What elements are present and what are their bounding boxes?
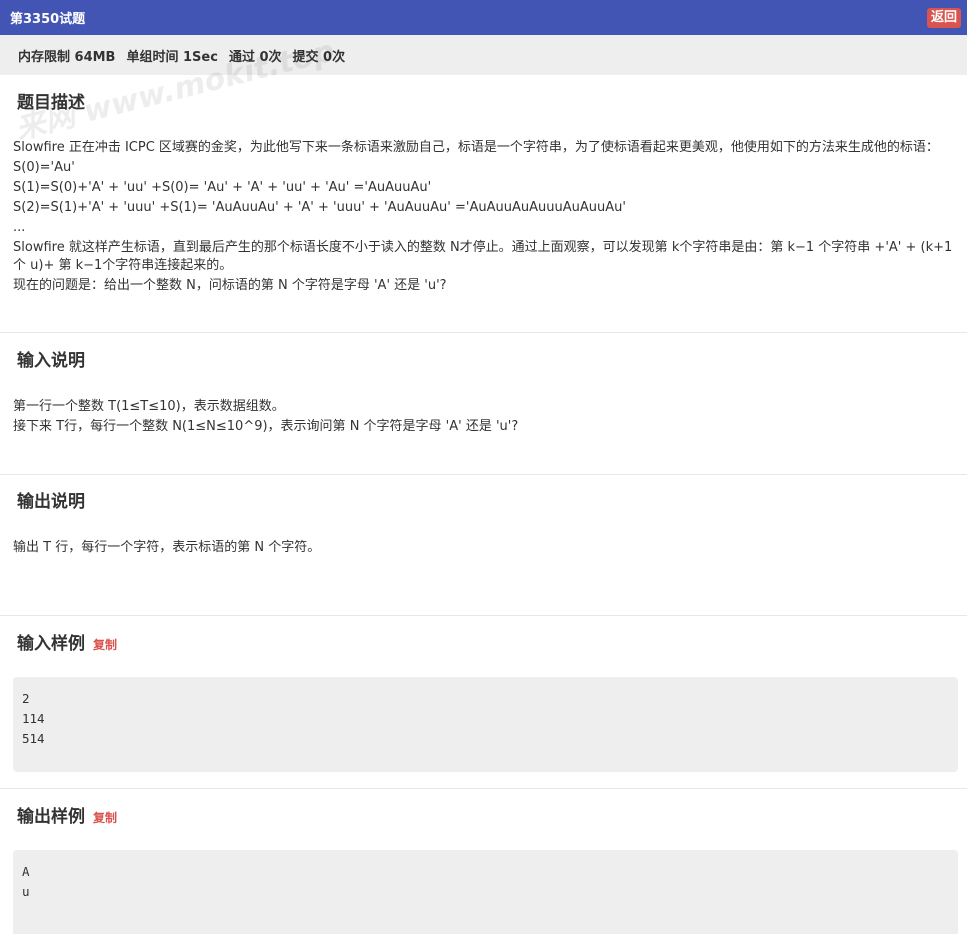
passed-count: 通过 0次 <box>228 49 282 65</box>
memory-limit: 内存限制 64MB <box>18 49 116 65</box>
top-bar: 第3350试题 返回 <box>0 0 967 35</box>
output-desc-content: 输出 T 行，每行一个字符，表示标语的第 N 个字符。 <box>13 539 955 557</box>
sample-input-heading-text: 输入样例 <box>17 634 85 654</box>
description-line: Slowfire 就这样产生标语，直到最后产生的那个标语长度不小于读入的整数 N… <box>13 240 953 273</box>
description-line: S(1)=S(0)+'A' + 'uu' +S(0)= 'Au' + 'A' +… <box>13 180 432 195</box>
sample-input-line: 514 <box>22 731 45 746</box>
output-desc-line: 输出 T 行，每行一个字符，表示标语的第 N 个字符。 <box>13 540 321 555</box>
sample-input-box[interactable]: 2 114 514 <box>13 677 958 772</box>
description-line: ... <box>13 220 26 235</box>
copy-input-button[interactable]: 复制 <box>93 636 117 653</box>
output-desc-section: 输出说明 输出 T 行，每行一个字符，表示标语的第 N 个字符。 <box>0 475 967 616</box>
description-section: 题目描述 Slowfire 正在冲击 ICPC 区域赛的金奖，为此他写下来一条标… <box>0 75 967 333</box>
input-desc-heading-text: 输入说明 <box>17 351 85 371</box>
input-desc-line: 第一行一个整数 T(1≤T≤10)，表示数据组数。 <box>13 399 285 414</box>
description-line: 现在的问题是：给出一个整数 N，问标语的第 N 个字符是字母 'A' 还是 'u… <box>13 278 447 293</box>
description-line: S(2)=S(1)+'A' + 'uuu' +S(1)= 'AuAuuAu' +… <box>13 200 626 215</box>
description-line: Slowfire 正在冲击 ICPC 区域赛的金奖，为此他写下来一条标语来激励自… <box>13 140 939 155</box>
sample-output-heading: 输出样例 复制 <box>17 802 117 827</box>
problem-title: 第3350试题 <box>10 12 86 27</box>
sample-output-section: 输出样例 复制 A u <box>0 789 967 934</box>
sample-output-line: u <box>22 884 30 899</box>
sample-output-box[interactable]: A u <box>13 850 958 934</box>
copy-output-button[interactable]: 复制 <box>93 809 117 826</box>
description-content: Slowfire 正在冲击 ICPC 区域赛的金奖，为此他写下来一条标语来激励自… <box>13 139 955 295</box>
submit-count: 提交 0次 <box>292 49 346 65</box>
sample-input-line: 2 <box>22 691 30 706</box>
back-button[interactable]: 返回 <box>926 7 961 28</box>
output-desc-heading: 输出说明 <box>17 487 85 512</box>
sample-input-line: 114 <box>22 711 45 726</box>
time-limit: 单组时间 1Sec <box>126 49 218 65</box>
output-desc-heading-text: 输出说明 <box>17 492 85 512</box>
description-heading: 题目描述 <box>17 88 85 113</box>
input-desc-line: 接下来 T行，每行一个整数 N(1≤N≤10^9)，表示询问第 N 个字符是字母… <box>13 419 519 434</box>
sample-output-heading-text: 输出样例 <box>17 807 85 827</box>
limits-bar: 内存限制 64MB 单组时间 1Sec 通过 0次 提交 0次 <box>0 35 967 75</box>
sample-input-section: 输入样例 复制 2 114 514 <box>0 616 967 789</box>
sample-output-line: A <box>22 864 30 879</box>
description-heading-text: 题目描述 <box>17 93 85 113</box>
description-line: S(0)='Au' <box>13 160 75 175</box>
sample-input-heading: 输入样例 复制 <box>17 629 117 654</box>
input-desc-section: 输入说明 第一行一个整数 T(1≤T≤10)，表示数据组数。 接下来 T行，每行… <box>0 333 967 475</box>
problem-page: 第3350试题 返回 内存限制 64MB 单组时间 1Sec 通过 0次 提交 … <box>0 0 967 934</box>
input-desc-heading: 输入说明 <box>17 346 85 371</box>
input-desc-content: 第一行一个整数 T(1≤T≤10)，表示数据组数。 接下来 T行，每行一个整数 … <box>13 398 955 436</box>
